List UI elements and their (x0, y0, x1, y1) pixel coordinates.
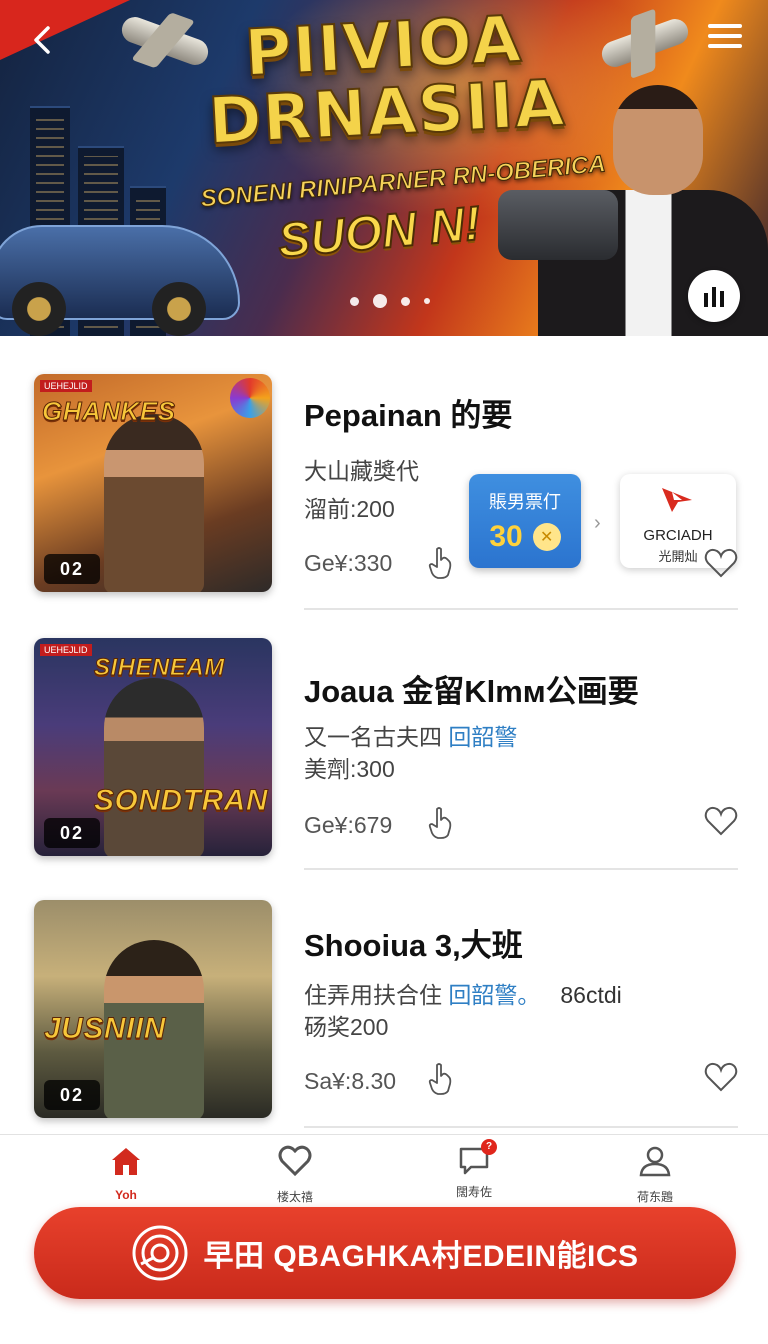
tab-messages[interactable]: ? 闊寿佐 (414, 1139, 534, 1200)
sound-bars-icon (704, 287, 724, 307)
tab-favorites[interactable]: 楼太禧 (235, 1145, 355, 1205)
bottom-tab-bar: Yoh 楼太禧 ? 闊寿佐 荷东鶗 (0, 1134, 768, 1204)
thumbnail-tag: UEHEJLID (40, 380, 92, 392)
item-link[interactable]: 回韶警。 (448, 982, 540, 1008)
menu-button[interactable] (704, 18, 746, 58)
game-thumbnail[interactable]: JUSNIIN 02 (34, 900, 272, 1118)
target-icon (132, 1225, 188, 1281)
hand-icon[interactable] (428, 546, 454, 580)
item-link[interactable]: 回韶警 (448, 724, 517, 750)
divider (304, 1126, 738, 1128)
item-title[interactable]: Joaua 金留Klmм公画要 (304, 666, 639, 711)
menu-icon (708, 24, 742, 28)
heart-icon[interactable] (704, 806, 738, 836)
item-meta: 溜前:200 (304, 496, 395, 522)
list-item[interactable]: UEHEJLID GHANKES 02 Pepainan 的要 大山藏獎代 溜前… (0, 374, 768, 634)
thumbnail-count: 02 (44, 554, 100, 584)
back-button[interactable] (22, 20, 62, 60)
heart-icon[interactable] (704, 1062, 738, 1092)
carousel-dot[interactable] (424, 298, 430, 304)
chevron-left-icon (34, 26, 50, 54)
banner-tagline: SUON N! (275, 196, 484, 268)
item-meta: 砀奖200 (304, 1014, 389, 1040)
game-thumbnail[interactable]: UEHEJLID GHANKES 02 (34, 374, 272, 592)
game-thumbnail[interactable]: UEHEJLID SIHENEAM SONDTRAN 02 (34, 638, 272, 856)
coin-icon: ✕ (532, 523, 561, 551)
divider (304, 868, 738, 870)
primary-cta-button[interactable]: 早田 QBAGHKA村EDEIN能ICS (34, 1207, 736, 1299)
thumbnail-count: 02 (44, 818, 100, 848)
thumbnail-logo-top: SIHENEAM (94, 654, 225, 682)
item-title[interactable]: Pepainan 的要 (304, 390, 512, 435)
notification-badge: ? (481, 1139, 497, 1155)
thumbnail-logo: SONDTRAN (94, 784, 269, 818)
item-meta: 美劑:300 (304, 756, 395, 782)
promo-brand-name: GRCIADH (643, 527, 713, 544)
carousel-dot[interactable] (350, 296, 359, 306)
thumbnail-tag: UEHEJLID (40, 644, 92, 656)
item-subtitle: 大山藏獎代 (304, 458, 419, 484)
tab-label: Yoh (115, 1188, 137, 1202)
hand-icon[interactable] (428, 1062, 454, 1096)
item-price: Ge¥:679 (304, 812, 393, 838)
user-icon (639, 1146, 671, 1177)
thumbnail-logo: GHANKES (42, 396, 176, 427)
cta-label: 早田 QBAGHKA村EDEIN能ICS (203, 1240, 639, 1273)
brand-logo-icon (662, 488, 692, 512)
list-item[interactable]: JUSNIIN 02 Shooiua 3,大班 住弄用扶合住 回韶警。 86ctd… (0, 900, 768, 1160)
promo-card-blue[interactable]: 賬男票仃 30 ✕ (469, 474, 581, 568)
game-badge-icon (230, 378, 270, 418)
audio-button[interactable] (688, 270, 740, 322)
tab-label: 荷东鶗 (636, 1190, 673, 1204)
item-subtitle: 住弄用扶合住 回韶警。 86ctdi (304, 982, 622, 1008)
tab-home[interactable]: Yoh (66, 1145, 186, 1202)
hero-banner[interactable]: PIIVIOA DRNASIIA SONENI RINIPARNER RN-OB… (0, 0, 768, 336)
carousel-dot[interactable] (401, 296, 410, 306)
item-title[interactable]: Shooiua 3,大班 (304, 920, 523, 965)
thumbnail-count: 02 (44, 1080, 100, 1110)
promo-value: 30 (489, 520, 523, 553)
thumbnail-logo: JUSNIIN (44, 1012, 166, 1046)
heart-icon (278, 1145, 312, 1177)
banner-red-wedge (0, 0, 130, 60)
heart-icon[interactable] (704, 548, 738, 578)
car-illustration (0, 225, 240, 336)
carousel-indicator[interactable] (350, 294, 430, 308)
item-price: Ge¥:330 (304, 550, 393, 576)
chevron-right-icon: › (594, 512, 601, 534)
item-price: Sa¥:8.30 (304, 1068, 397, 1094)
promo-label: 賬男票仃 (489, 492, 561, 512)
list-item[interactable]: UEHEJLID SIHENEAM SONDTRAN 02 Joaua 金留Kl… (0, 638, 768, 898)
tab-label: 闊寿佐 (455, 1185, 492, 1199)
divider (304, 608, 738, 610)
home-icon (112, 1148, 140, 1175)
tab-label: 楼太禧 (276, 1190, 313, 1204)
tab-profile[interactable]: 荷东鶗 (595, 1145, 715, 1205)
hand-icon[interactable] (428, 806, 454, 840)
banner-title: PIIVIOA DRNASIIA (206, 2, 568, 160)
item-subtitle: 又一名古夫四 回韶警 (304, 724, 518, 750)
carousel-dot-active[interactable] (373, 294, 387, 308)
